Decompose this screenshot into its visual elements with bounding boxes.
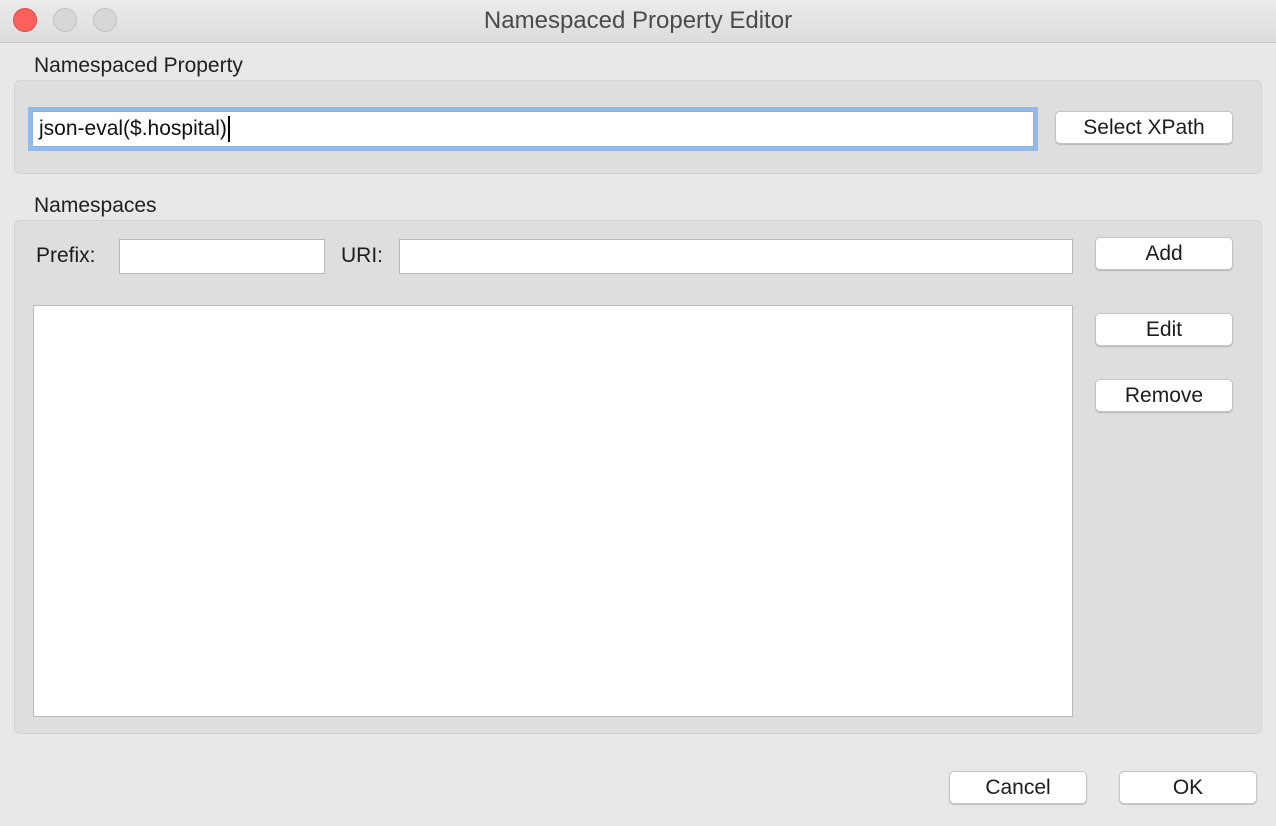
- uri-input[interactable]: [399, 239, 1073, 274]
- add-button[interactable]: Add: [1095, 237, 1233, 270]
- uri-label: URI:: [341, 244, 383, 267]
- namespaced-property-label: Namespaced Property: [34, 54, 243, 77]
- prefix-label: Prefix:: [36, 244, 96, 267]
- title-bar[interactable]: Namespaced Property Editor: [0, 0, 1276, 43]
- ok-button[interactable]: OK: [1119, 771, 1257, 804]
- text-caret: [227, 116, 230, 143]
- namespaces-list[interactable]: [33, 305, 1073, 717]
- namespaces-label: Namespaces: [34, 194, 157, 217]
- window-title: Namespaced Property Editor: [483, 7, 793, 34]
- select-xpath-button[interactable]: Select XPath: [1055, 111, 1233, 144]
- prefix-input[interactable]: [119, 239, 325, 274]
- expression-input[interactable]: json-eval($.hospital): [32, 111, 1034, 147]
- edit-button[interactable]: Edit: [1095, 313, 1233, 346]
- cancel-button[interactable]: Cancel: [949, 771, 1087, 804]
- expression-value: json-eval($.hospital): [39, 117, 227, 140]
- remove-button[interactable]: Remove: [1095, 379, 1233, 412]
- expression-text: json-eval($.hospital): [39, 112, 230, 146]
- dialog-window: Namespaced Property Editor Namespaced Pr…: [0, 0, 1276, 826]
